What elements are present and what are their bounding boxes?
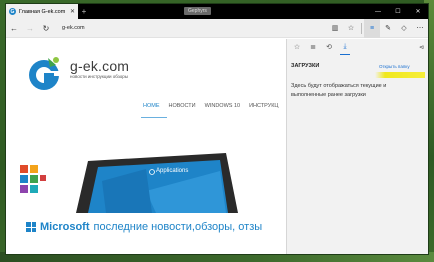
- close-tab-icon[interactable]: ✕: [70, 8, 75, 15]
- new-tab-button[interactable]: +: [78, 4, 90, 19]
- favorites-star-icon[interactable]: ☆: [289, 39, 305, 55]
- site-menu: HOME НОВОСТИ WINDOWS 10 ИНСТРУКЦ: [143, 103, 278, 109]
- downloads-empty-text: Здесь будут отображаться текущие и выпол…: [291, 83, 387, 98]
- maximize-button[interactable]: ☐: [388, 4, 408, 19]
- pin-icon[interactable]: ⊲: [419, 44, 424, 51]
- share-icon[interactable]: ◇: [396, 19, 412, 38]
- hub-tabs: ☆ ≣ ⟲ ⤓ ⊲: [287, 39, 428, 55]
- highlight-marker: [375, 72, 425, 78]
- downloads-icon[interactable]: ⤓: [337, 39, 353, 55]
- browser-tab[interactable]: G Главная G-ek.com ✕: [6, 4, 78, 19]
- downloads-heading: ЗАГРУЗКИ: [291, 63, 320, 69]
- site-headline: Microsoft последние новости,обзоры, отзы: [26, 221, 262, 233]
- site-logo-icon[interactable]: [26, 55, 66, 95]
- menu-item-guides[interactable]: ИНСТРУКЦ: [249, 103, 278, 109]
- site-tagline: новости инструкции обзоры: [70, 74, 128, 79]
- address-bar[interactable]: g-ek.com: [62, 25, 327, 31]
- site-favicon-icon: G: [9, 8, 16, 15]
- refresh-button[interactable]: ↻: [38, 19, 54, 38]
- navigation-bar: ← → ↻ g-ek.com ▥ ☆ ≡ ✎ ◇ ⋯: [6, 18, 428, 38]
- reading-list-icon[interactable]: ≣: [305, 39, 321, 55]
- close-window-button[interactable]: ✕: [408, 4, 428, 19]
- hub-panel: ☆ ≣ ⟲ ⤓ ⊲ ЗАГРУЗКИ Открыть папку Здесь б…: [286, 39, 428, 254]
- back-button[interactable]: ←: [6, 19, 22, 38]
- toolbar-divider: [361, 22, 362, 34]
- menu-item-windows10[interactable]: WINDOWS 10: [205, 103, 240, 109]
- hero-banner-image: [6, 151, 286, 213]
- tab-title: Главная G-ek.com: [19, 8, 66, 15]
- reading-view-icon[interactable]: ▥: [327, 19, 343, 38]
- open-folder-link[interactable]: Открыть папку: [379, 64, 410, 69]
- hub-button[interactable]: ≡: [364, 18, 380, 38]
- web-note-icon[interactable]: ✎: [380, 19, 396, 38]
- hero-caption: Applications: [156, 168, 189, 174]
- windows-logo-icon: [26, 222, 36, 232]
- menu-item-news[interactable]: НОВОСТИ: [169, 103, 196, 109]
- favorite-star-icon[interactable]: ☆: [343, 19, 359, 38]
- forward-button[interactable]: →: [22, 19, 38, 38]
- headline-brand: Microsoft: [40, 221, 90, 233]
- browser-window: G Главная G-ek.com ✕ + Gephyrs — ☐ ✕ ← →…: [5, 3, 429, 255]
- headline-text: последние новости,обзоры, отзы: [93, 221, 263, 233]
- minimize-button[interactable]: —: [368, 4, 388, 19]
- title-bar: G Главная G-ek.com ✕ + Gephyrs — ☐ ✕: [6, 4, 428, 19]
- history-icon[interactable]: ⟲: [321, 39, 337, 55]
- menu-item-home[interactable]: HOME: [143, 103, 160, 109]
- active-menu-indicator: [141, 117, 167, 118]
- window-label: Gephyrs: [184, 7, 211, 15]
- more-icon[interactable]: ⋯: [412, 19, 428, 38]
- page-content: g-ek.com новости инструкции обзоры HOME …: [6, 39, 286, 254]
- site-logo-text[interactable]: g-ek.com: [70, 58, 129, 74]
